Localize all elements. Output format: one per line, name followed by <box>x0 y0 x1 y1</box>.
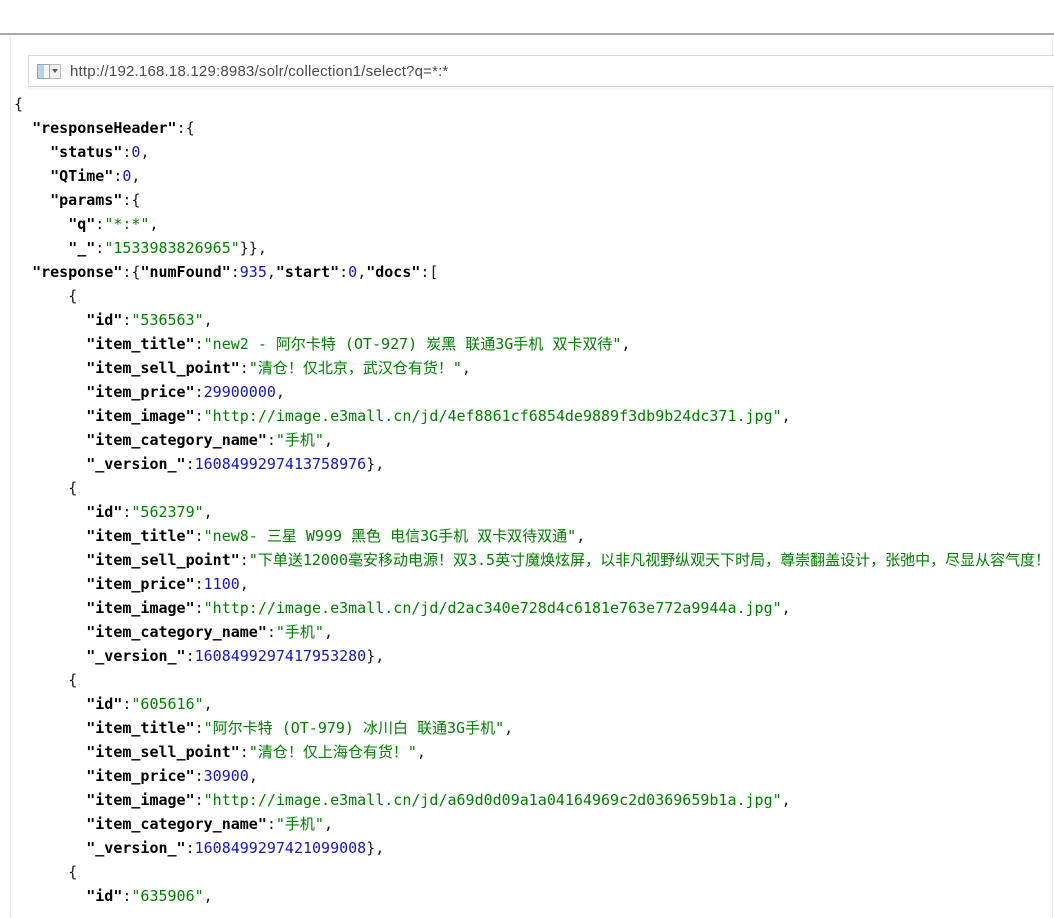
json-line: "item_category_name":"手机", <box>14 812 1051 836</box>
json-line: "item_sell_point":"清仓！仅上海仓有货！", <box>14 740 1051 764</box>
json-response-viewer: { "responseHeader":{ "status":0, "QTime"… <box>14 92 1051 918</box>
json-line: "item_price":30900, <box>14 764 1051 788</box>
json-line: "item_sell_point":"清仓！仅北京，武汉仓有货！", <box>14 356 1051 380</box>
json-line: { <box>14 92 1051 116</box>
json-line: { <box>14 476 1051 500</box>
url-text[interactable]: http://192.168.18.129:8983/solr/collecti… <box>70 63 449 80</box>
json-line: "item_category_name":"手机", <box>14 620 1051 644</box>
json-line: "id":"562379", <box>14 500 1051 524</box>
json-line: "item_sell_point":"下单送12000毫安移动电源！双3.5英寸… <box>14 548 1051 572</box>
json-line: "_":"1533983826965"}}, <box>14 236 1051 260</box>
json-line: "_version_":1608499297417953280}, <box>14 644 1051 668</box>
json-line: "params":{ <box>14 188 1051 212</box>
json-line: "item_image":"http://image.e3mall.cn/jd/… <box>14 404 1051 428</box>
json-line: "_version_":1608499297413758976}, <box>14 452 1051 476</box>
json-line: "q":"*:*", <box>14 212 1051 236</box>
page-favicon-icon <box>37 64 50 79</box>
json-line: "item_image":"http://image.e3mall.cn/jd/… <box>14 788 1051 812</box>
json-line: "item_image":"http://image.e3mall.cn/jd/… <box>14 596 1051 620</box>
json-line: { <box>14 284 1051 308</box>
json-line: "_version_":1608499297421099008}, <box>14 836 1051 860</box>
content-panel-right-border <box>1052 36 1053 918</box>
dropdown-arrow-icon[interactable] <box>50 64 61 79</box>
json-line: "QTime":0, <box>14 164 1051 188</box>
json-line: "item_title":"阿尔卡特 (OT-979) 冰川白 联通3G手机", <box>14 716 1051 740</box>
json-line: "item_price":1100, <box>14 572 1051 596</box>
json-line: "responseHeader":{ <box>14 116 1051 140</box>
json-line: { <box>14 668 1051 692</box>
url-bar[interactable]: http://192.168.18.129:8983/solr/collecti… <box>28 55 1054 87</box>
json-line: "item_title":"new8- 三星 W999 黑色 电信3G手机 双卡… <box>14 524 1051 548</box>
json-line: "item_price":29900000, <box>14 380 1051 404</box>
json-line: "status":0, <box>14 140 1051 164</box>
json-line: { <box>14 860 1051 884</box>
json-line: "item_title":"new2 - 阿尔卡特 (OT-927) 炭黑 联通… <box>14 332 1051 356</box>
toolbar-divider <box>0 33 1054 35</box>
json-line: "response":{"numFound":935,"start":0,"do… <box>14 260 1051 284</box>
json-line: "id":"605616", <box>14 692 1051 716</box>
json-line: "id":"536563", <box>14 308 1051 332</box>
json-line: "item_category_name":"手机", <box>14 428 1051 452</box>
json-line: "id":"635906", <box>14 884 1051 908</box>
content-panel-left-border <box>10 36 11 918</box>
